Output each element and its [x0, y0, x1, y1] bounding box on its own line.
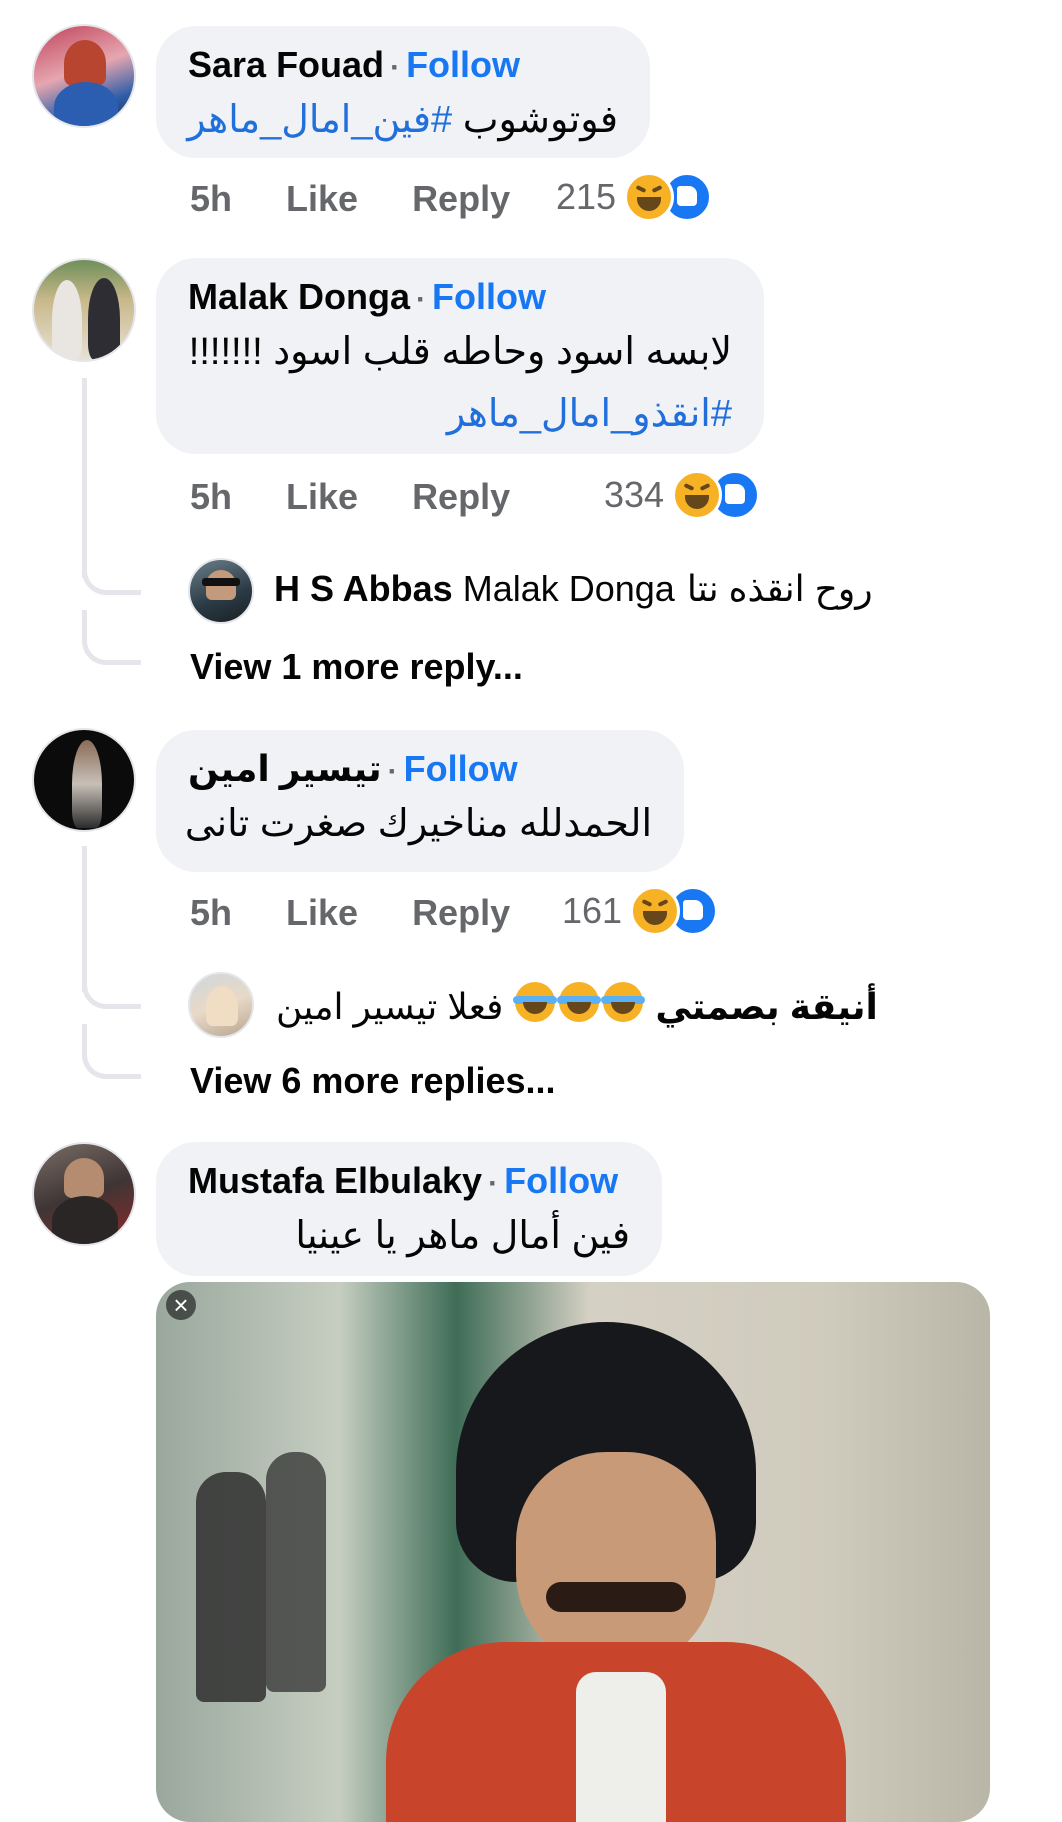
comment-bubble: Mustafa Elbulaky · Follow فين أمال ماهر يا… [156, 1142, 662, 1276]
comment-bubble: تيسير امين · Follow الحمدلله مناخيرك صغرت … [156, 730, 684, 872]
comment-author-name[interactable]: تيسير امين [188, 748, 382, 789]
comment-time[interactable]: 5h [190, 892, 232, 934]
thread-branch [82, 954, 141, 1009]
haha-icon [630, 886, 681, 936]
comment-actions: 5h Like Reply [190, 476, 564, 518]
reply-text: فعلا [447, 985, 504, 1027]
comment-time[interactable]: 5h [190, 476, 232, 518]
crying-laughing-icon [557, 982, 602, 1022]
separator-dot: · [488, 1167, 499, 1200]
view-more-replies[interactable]: View 6 more replies... [190, 1060, 556, 1102]
hashtag-link[interactable]: #فين_امال_ماهر [187, 99, 452, 141]
image-scene-face [516, 1452, 716, 1672]
follow-button[interactable]: Follow [504, 1160, 618, 1201]
separator-dot: · [387, 755, 398, 788]
reaction-count: 161 [562, 890, 623, 931]
avatar-hs-abbas[interactable] [188, 558, 254, 624]
comment-author-line: تيسير امين · Follow [188, 748, 652, 793]
separator-dot: · [416, 283, 427, 316]
comment-author-line: Malak Donga · Follow [188, 276, 732, 321]
image-scene-mustache [546, 1582, 686, 1612]
hashtag-link[interactable]: #انقذو_امال_ماهر [188, 383, 732, 445]
reply-text: روح انقذه نتا [686, 568, 873, 609]
reply-mention[interactable]: تيسير امين [276, 986, 437, 1028]
reply-author-name[interactable]: أنيقة بصمتي [655, 986, 878, 1028]
reply-author-name[interactable]: H S Abbas [274, 568, 453, 610]
avatar-sara-fouad[interactable] [32, 24, 136, 128]
reply-button[interactable]: Reply [412, 892, 510, 934]
comment-actions: 5h Like Reply [190, 892, 564, 934]
reaction-summary[interactable]: 161 [562, 886, 719, 936]
separator-dot: · [390, 51, 401, 84]
like-button[interactable]: Like [286, 476, 358, 518]
haha-icon [624, 172, 675, 222]
close-icon[interactable]: × [166, 1290, 196, 1320]
reaction-count: 215 [556, 176, 617, 217]
comment-text: فوتوشوب #فين_امال_ماهر [187, 89, 618, 151]
crying-laughing-icons [513, 982, 646, 1031]
follow-button[interactable]: Follow [432, 276, 546, 317]
comment-actions: 5h Like Reply [190, 178, 564, 220]
avatar-taiseer-amin[interactable] [32, 728, 136, 832]
haha-icon [672, 470, 723, 520]
reply-mention[interactable]: Malak Donga [463, 568, 675, 610]
reaction-count: 334 [604, 474, 665, 515]
thread-branch [82, 1024, 141, 1079]
crying-laughing-icon [601, 982, 646, 1022]
comment-author-name[interactable]: Mustafa Elbulaky [188, 1160, 482, 1201]
avatar-aniqa-basmati[interactable] [188, 972, 254, 1038]
comment-text: الحمدلله مناخيرك صغرت تانى [184, 803, 652, 845]
reply-button[interactable]: Reply [412, 476, 510, 518]
comment-bubble: Malak Donga · Follow لابسه اسود وحاطه قلب … [156, 258, 764, 454]
view-more-replies[interactable]: View 1 more reply... [190, 646, 523, 688]
reaction-summary[interactable]: 334 [604, 470, 761, 520]
comment-author-line: Sara Fouad · Follow [188, 44, 618, 89]
reply-row: أنيقة بصمتي فعلا تيسير امين [276, 982, 878, 1031]
reaction-summary[interactable]: 215 [556, 172, 713, 222]
image-scene-figure-left [196, 1472, 266, 1702]
comment-author-line: Mustafa Elbulaky · Follow [188, 1160, 630, 1205]
comment-text-plain: فوتوشوب [452, 99, 618, 141]
reply-button[interactable]: Reply [412, 178, 510, 220]
like-button[interactable]: Like [286, 892, 358, 934]
follow-button[interactable]: Follow [404, 748, 518, 789]
thread-branch [82, 610, 141, 665]
thread-branch [82, 540, 141, 595]
comment-text: لابسه اسود وحاطه قلب اسود !!!!!!! [188, 331, 732, 373]
comment-time[interactable]: 5h [190, 178, 232, 220]
comment-bubble: Sara Fouad · Follow فوتوشوب #فين_امال_ماهر [156, 26, 650, 158]
comment-image-attachment[interactable]: × [156, 1282, 990, 1822]
comment-text: فين أمال ماهر يا عينيا [295, 1215, 630, 1257]
avatar-mustafa-elbulaky[interactable] [32, 1142, 136, 1246]
crying-laughing-icon [513, 982, 558, 1022]
reply-row: H S Abbas Malak Donga روح انقذه نتا [274, 568, 873, 610]
like-button[interactable]: Like [286, 178, 358, 220]
image-scene-figure-mid [266, 1452, 326, 1692]
comment-author-name[interactable]: Malak Donga [188, 276, 410, 317]
follow-button[interactable]: Follow [406, 44, 520, 85]
avatar-malak-donga[interactable] [32, 258, 136, 362]
comment-author-name[interactable]: Sara Fouad [188, 44, 384, 85]
